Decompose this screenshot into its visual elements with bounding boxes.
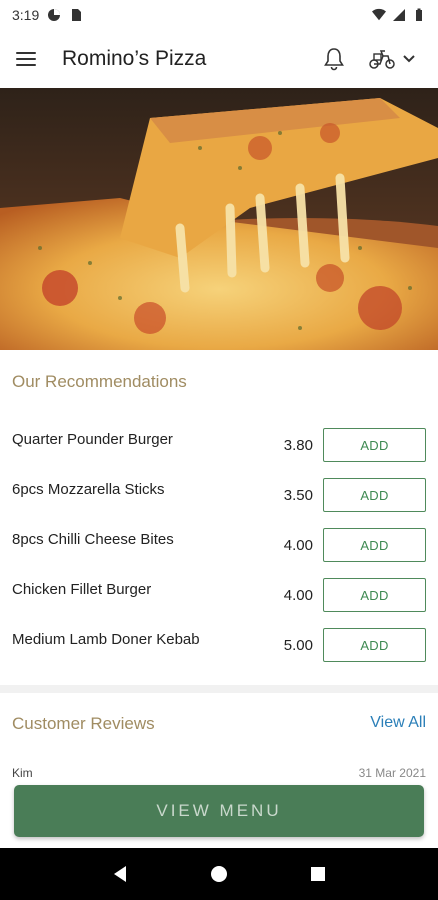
recents-icon[interactable] (303, 859, 333, 889)
delivery-mode-selector[interactable] (362, 45, 422, 73)
view-menu-button[interactable]: VIEW MENU (14, 785, 424, 837)
bell-icon[interactable] (320, 45, 348, 73)
status-time: 3:19 (12, 7, 40, 23)
item-price: 5.00 (283, 636, 313, 654)
reviews-title: Customer Reviews (12, 714, 155, 733)
back-icon[interactable] (105, 859, 135, 889)
list-item: Chicken Fillet Burger 4.00 ADD (0, 570, 438, 620)
signal-icon (393, 9, 405, 21)
add-button[interactable]: ADD (323, 478, 426, 512)
hamburger-menu-icon[interactable] (16, 45, 44, 73)
cheese-pizza-photo (0, 88, 438, 350)
item-price: 4.00 (283, 586, 313, 604)
add-button[interactable]: ADD (323, 528, 426, 562)
pie-chart-icon (48, 9, 61, 21)
list-item: Quarter Pounder Burger 3.80 ADD (0, 420, 438, 470)
recommendations-title: Our Recommendations (12, 372, 187, 391)
view-all-link[interactable]: View All (370, 714, 426, 732)
review-item[interactable]: Kim 31 Mar 2021 (12, 766, 426, 778)
list-item: 6pcs Mozzarella Sticks 3.50 ADD (0, 470, 438, 520)
chevron-down-icon (403, 55, 415, 63)
item-name: 6pcs Mozzarella Sticks (12, 480, 165, 498)
home-icon[interactable] (204, 859, 234, 889)
wifi-icon (372, 8, 386, 21)
app-bar: Romino’s Pizza (0, 30, 438, 88)
item-name: Quarter Pounder Burger (12, 430, 173, 448)
item-name: Chicken Fillet Burger (12, 580, 152, 598)
recommendations-list: Quarter Pounder Burger 3.80 ADD 6pcs Moz… (0, 420, 438, 670)
section-divider (0, 685, 438, 693)
system-nav-bar (0, 848, 438, 900)
review-date: 31 Mar 2021 (358, 766, 426, 778)
scooter-icon (369, 50, 395, 69)
item-name: 8pcs Chilli Cheese Bites (12, 530, 174, 548)
add-button[interactable]: ADD (323, 428, 426, 462)
add-button[interactable]: ADD (323, 578, 426, 612)
list-item: Medium Lamb Doner Kebab 5.00 ADD (0, 620, 438, 670)
review-author: Kim (12, 766, 33, 778)
add-button[interactable]: ADD (323, 628, 426, 662)
sim-card-icon (72, 9, 82, 21)
item-price: 3.80 (283, 436, 313, 454)
battery-icon (416, 8, 422, 21)
app-title: Romino’s Pizza (62, 47, 207, 70)
hero-pizza-image (0, 88, 438, 350)
item-price: 3.50 (283, 486, 313, 504)
status-bar: 3:19 (0, 0, 438, 30)
list-item: 8pcs Chilli Cheese Bites 4.00 ADD (0, 520, 438, 570)
item-name: Medium Lamb Doner Kebab (12, 630, 200, 648)
item-price: 4.00 (283, 536, 313, 554)
